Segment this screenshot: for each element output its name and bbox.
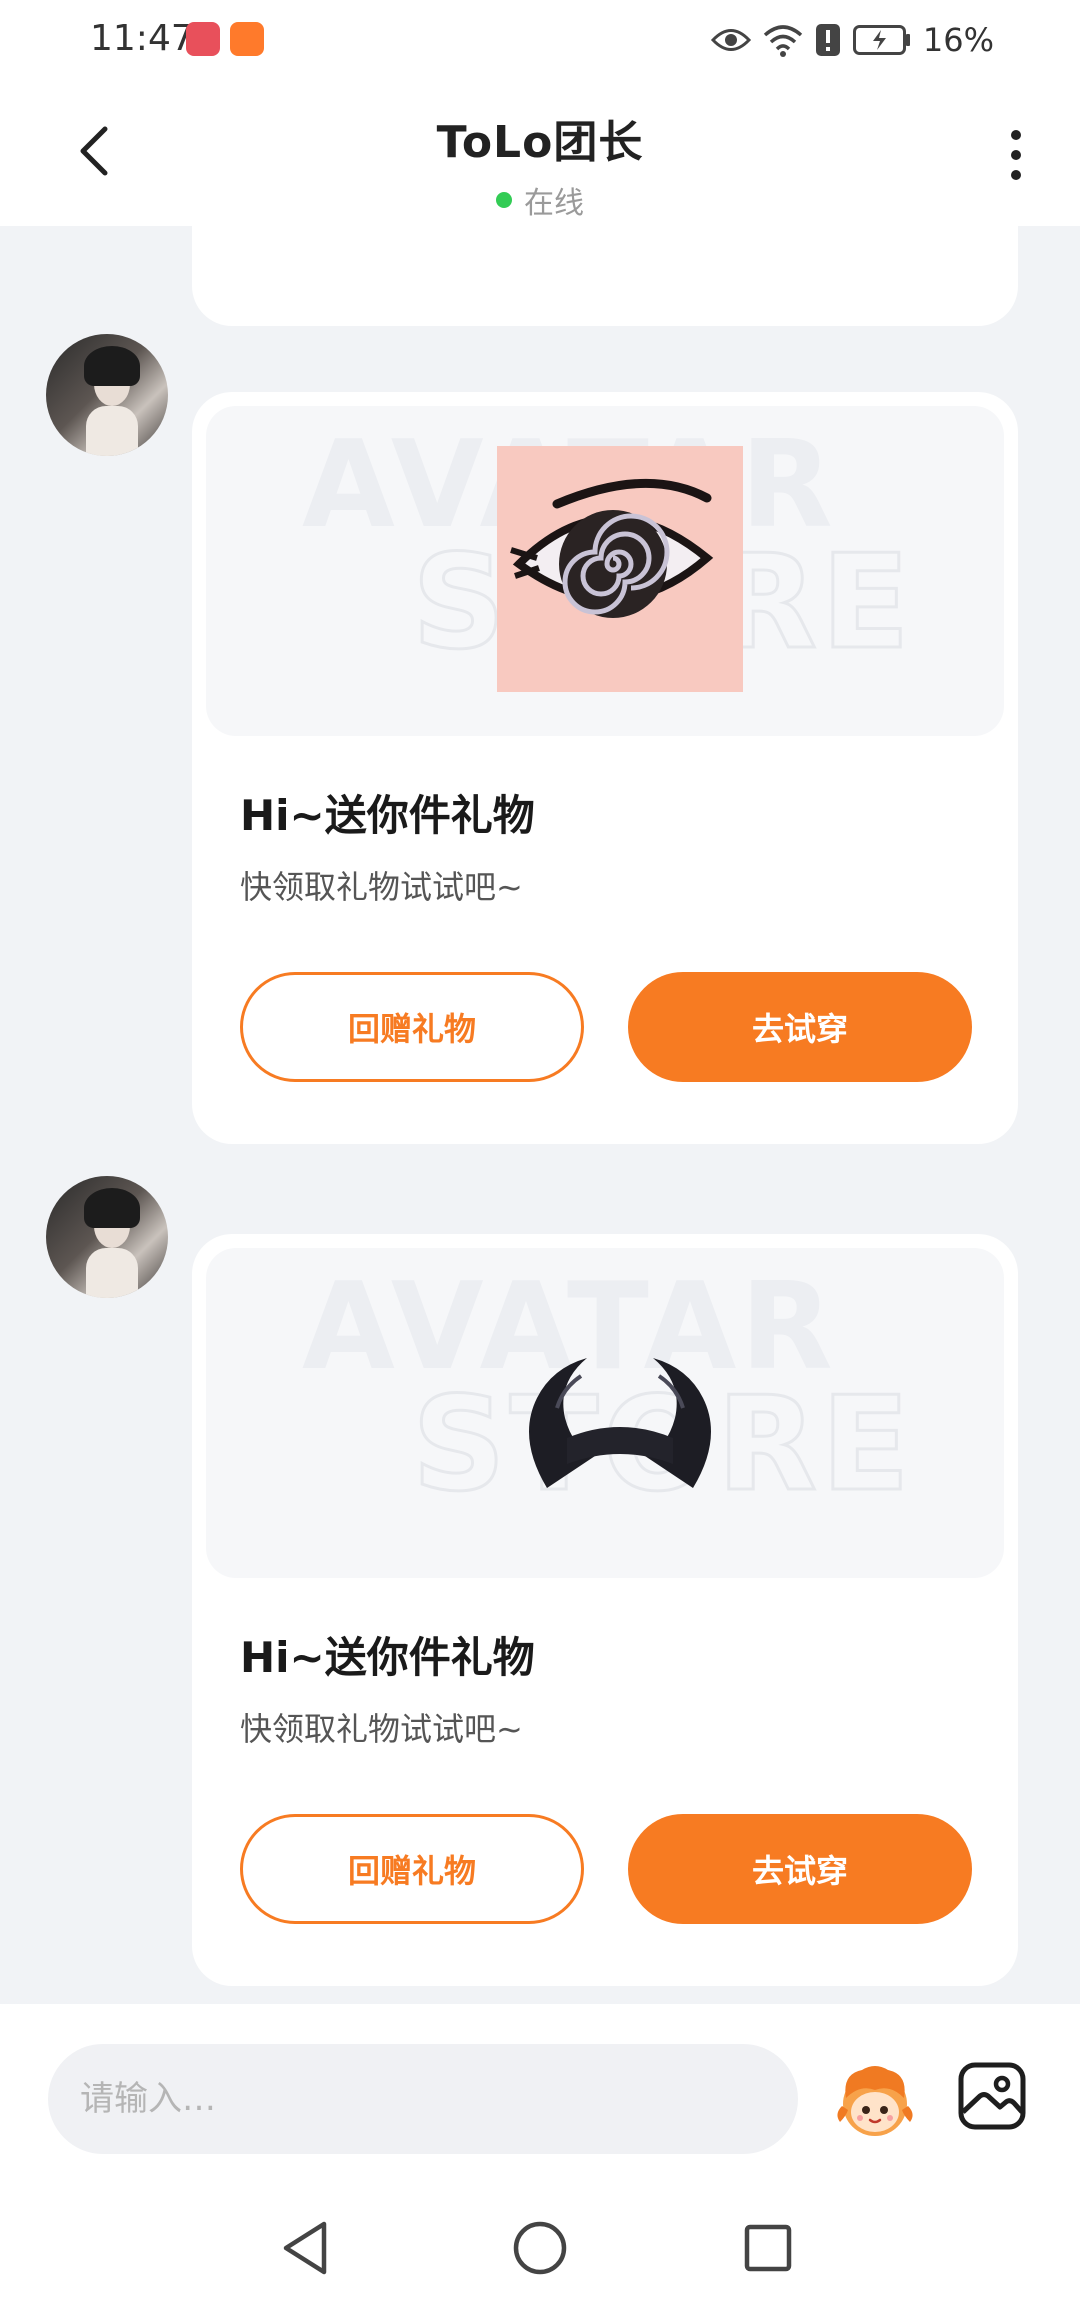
mascot-emoji-icon[interactable] (832, 2060, 918, 2140)
nav-back-button[interactable] (270, 2212, 342, 2284)
gift-card-subtitle: 快领取礼物试试吧~ (240, 868, 523, 906)
spiral-eye-sticker-icon (497, 446, 743, 692)
nav-home-button[interactable] (504, 2212, 576, 2284)
chat-title: ToLo团长 (436, 117, 644, 168)
gift-card: AVATAR STORE Hi~送你件礼物 快领取礼物试试吧~ 回赠礼物 去试穿 (192, 1234, 1018, 1986)
home-circle-icon (513, 2221, 567, 2275)
system-nav-bar (0, 2184, 1080, 2312)
black-horns-headband-icon (529, 1358, 711, 1488)
eye-icon (710, 29, 751, 51)
battery-charging-icon (852, 25, 910, 55)
sender-avatar[interactable] (46, 1176, 168, 1298)
message-input[interactable] (48, 2044, 798, 2154)
wifi-icon (763, 25, 803, 57)
chat-message-list[interactable]: AVATAR STORE Hi~送你件礼物 快领取礼物试试吧~ 回赠礼物 去试穿… (0, 226, 1080, 2004)
gift-card-title: Hi~送你件礼物 (240, 791, 535, 840)
status-time: 11:47 (90, 18, 194, 59)
back-triangle-icon (283, 2221, 327, 2275)
more-dot-icon (1011, 130, 1021, 140)
nav-recent-button[interactable] (732, 2212, 804, 2284)
gift-preview[interactable]: AVATAR STORE (206, 406, 1004, 736)
online-status: 在线 (524, 186, 584, 221)
alert-icon (815, 24, 840, 56)
recent-square-icon (744, 2224, 792, 2272)
gift-card-title: Hi~送你件礼物 (240, 1633, 535, 1682)
return-gift-button[interactable]: 回赠礼物 (240, 1814, 584, 1924)
more-options-button[interactable] (996, 120, 1036, 190)
gift-card-subtitle: 快领取礼物试试吧~ (240, 1710, 523, 1748)
previous-gift-card (192, 226, 1018, 326)
message-input-bar (0, 2004, 1080, 2184)
status-bar: 11:47 16% (0, 0, 1080, 80)
try-on-button[interactable]: 去试穿 (628, 1814, 972, 1924)
more-dot-icon (1011, 170, 1021, 180)
gift-preview[interactable]: AVATAR STORE (206, 1248, 1004, 1578)
chat-header: ToLo团长 在线 (0, 80, 1080, 226)
video-app-icon (230, 22, 264, 56)
try-on-button[interactable]: 去试穿 (628, 972, 972, 1082)
online-dot-icon (496, 192, 512, 208)
return-gift-button[interactable]: 回赠礼物 (240, 972, 584, 1082)
huawei-app-icon (186, 22, 220, 56)
more-dot-icon (1011, 150, 1021, 160)
sender-avatar[interactable] (46, 334, 168, 456)
image-picker-icon[interactable] (956, 2060, 1028, 2132)
gift-card: AVATAR STORE Hi~送你件礼物 快领取礼物试试吧~ 回赠礼物 去试穿 (192, 392, 1018, 1144)
battery-percent: 16% (922, 21, 994, 59)
